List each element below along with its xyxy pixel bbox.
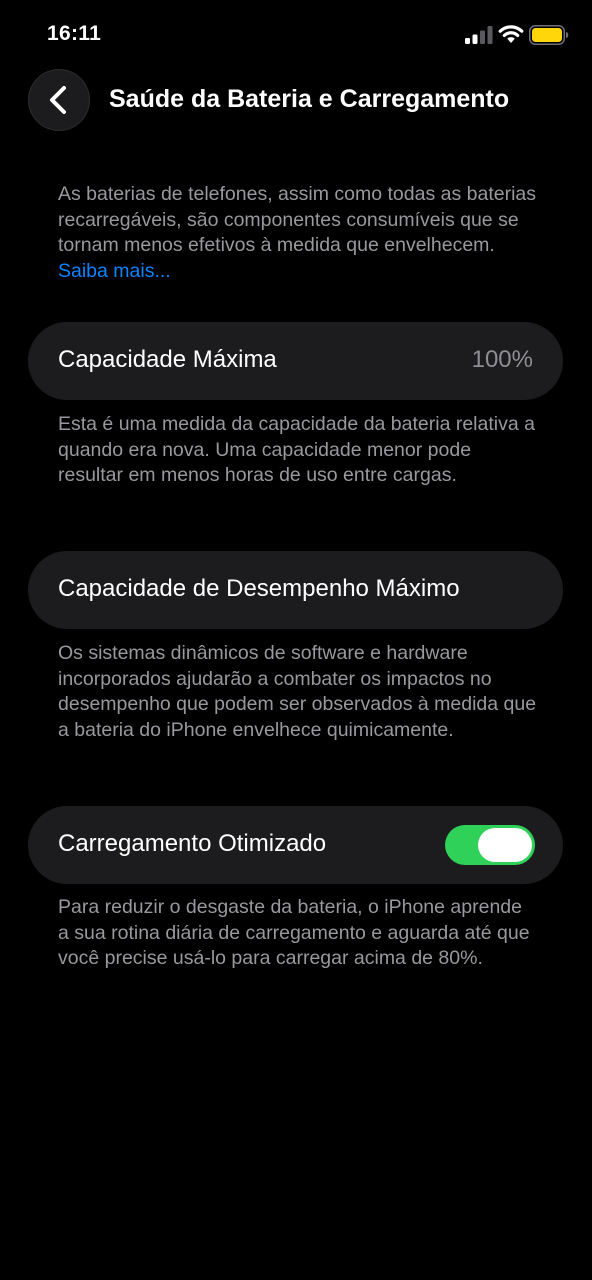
wifi-icon	[498, 25, 524, 43]
optimized-charging-description: Para reduzir o desgaste da bateria, o iP…	[58, 896, 530, 969]
status-bar: 16:11	[0, 0, 592, 64]
max-capacity-row: Capacidade Máxima 100%	[28, 322, 563, 400]
learn-more-link[interactable]: Saiba mais...	[58, 260, 171, 282]
peak-performance-description: Os sistemas dinâmicos de software e hard…	[58, 642, 537, 741]
optimized-charging-row: Carregamento Otimizado	[28, 806, 563, 884]
optimized-charging-toggle[interactable]	[445, 825, 535, 865]
intro-text: As baterias de telefones, assim como tod…	[58, 183, 536, 256]
max-capacity-description: Esta é uma medida da capacidade da bater…	[58, 413, 535, 486]
intro-description: As baterias de telefones, assim como tod…	[58, 182, 538, 284]
max-capacity-value: 100%	[471, 346, 533, 373]
back-button[interactable]	[28, 69, 90, 131]
status-time: 16:11	[47, 22, 102, 45]
battery-icon	[529, 25, 569, 45]
toggle-knob	[478, 828, 532, 862]
cellular-signal-icon	[465, 26, 493, 44]
navigation-bar: Saúde da Bateria e Carregamento	[0, 66, 592, 134]
peak-performance-label: Capacidade de Desempenho Máximo	[58, 575, 460, 602]
chevron-left-icon	[50, 86, 66, 114]
page-title: Saúde da Bateria e Carregamento	[109, 85, 510, 113]
optimized-charging-label: Carregamento Otimizado	[58, 830, 327, 857]
max-capacity-label: Capacidade Máxima	[58, 346, 277, 373]
peak-performance-row: Capacidade de Desempenho Máximo	[28, 551, 563, 629]
